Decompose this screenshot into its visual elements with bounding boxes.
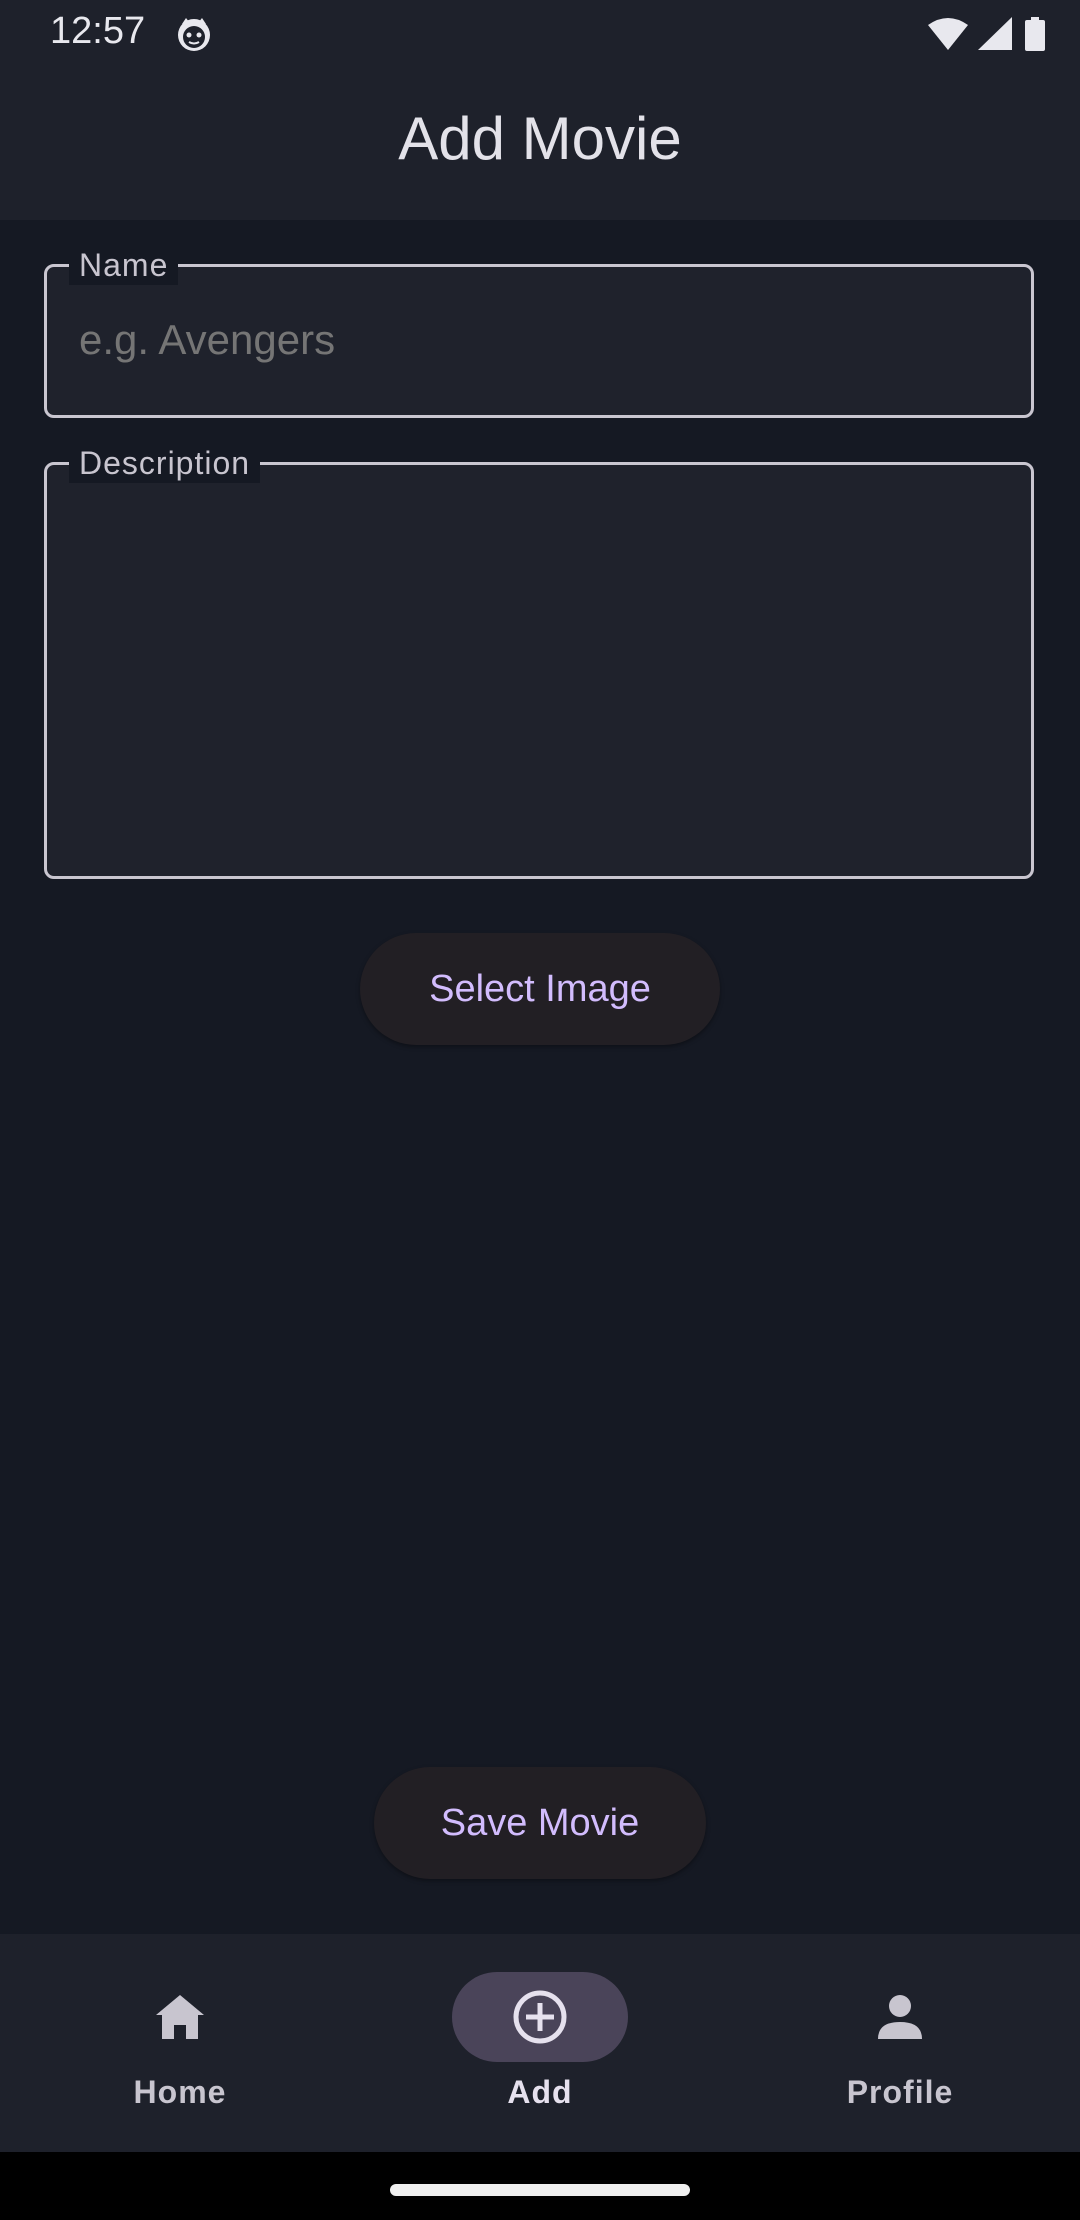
profile-icon-container (812, 1972, 988, 2062)
home-gesture-handle[interactable] (390, 2184, 690, 2196)
nav-item-home[interactable]: Home (0, 1934, 360, 2152)
wifi-icon (928, 18, 968, 50)
page-title: Add Movie (398, 105, 682, 172)
name-input[interactable] (77, 315, 1001, 365)
top-app-bar: Add Movie (0, 68, 1080, 220)
home-icon (156, 1995, 204, 2039)
nav-label-home: Home (133, 2074, 227, 2110)
nav-item-profile[interactable]: Profile (720, 1934, 1080, 2152)
battery-icon (1025, 17, 1045, 51)
signal-icon (978, 17, 1012, 50)
name-field[interactable]: Name (44, 245, 1034, 418)
nav-label-profile: Profile (846, 2074, 954, 2110)
gesture-navigation-bar (0, 2152, 1080, 2220)
name-field-label: Name (69, 245, 179, 285)
home-icon-container (92, 1972, 268, 2062)
bottom-navigation: Home Add Profile (0, 1934, 1080, 2152)
nav-label-add: Add (507, 2074, 573, 2110)
save-movie-button[interactable]: Save Movie (374, 1767, 706, 1879)
description-input[interactable] (77, 495, 1001, 849)
select-image-button[interactable]: Select Image (360, 933, 720, 1045)
description-field-label: Description (69, 443, 261, 483)
add-active-indicator (452, 1972, 628, 2062)
status-icons (928, 14, 1046, 54)
status-bar: 12:57 (0, 0, 1080, 68)
description-field[interactable]: Description (44, 443, 1034, 879)
add-circle-icon (513, 1990, 567, 2044)
cat-notification-icon (178, 18, 210, 51)
person-icon (878, 1995, 922, 2039)
status-time: 12:57 (50, 10, 146, 52)
nav-item-add[interactable]: Add (360, 1934, 720, 2152)
